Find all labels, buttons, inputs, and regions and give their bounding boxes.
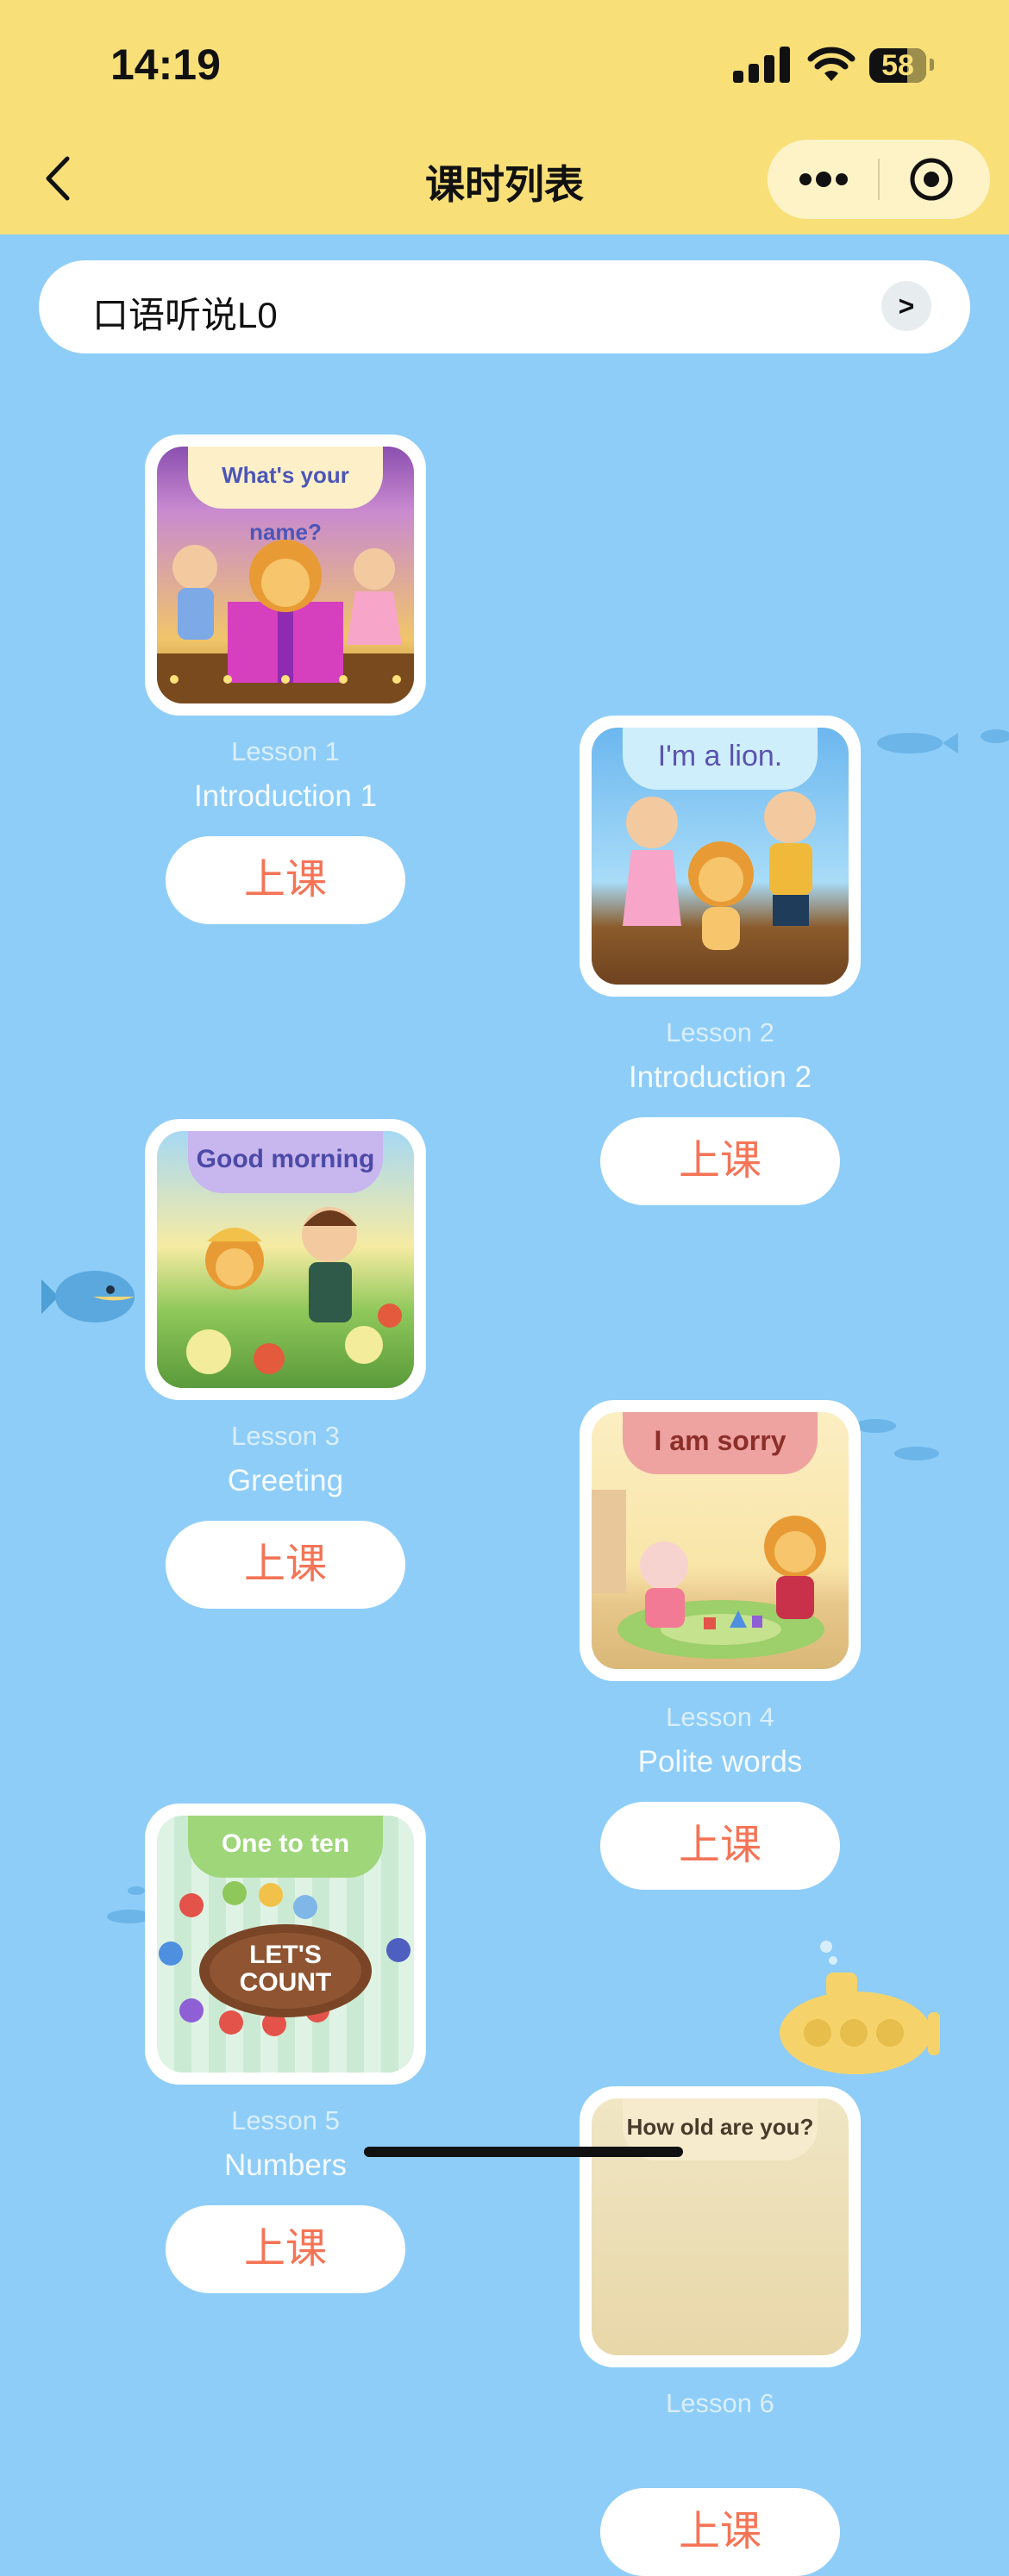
battery-level: 58 <box>881 49 914 82</box>
close-target-icon[interactable] <box>909 157 954 202</box>
course-selector[interactable]: 口语听说L0 > <box>39 260 970 353</box>
lesson-title: Polite words <box>637 1745 803 1779</box>
start-class-button[interactable]: 上课 <box>600 1802 840 1890</box>
start-class-button[interactable]: 上课 <box>166 2205 405 2293</box>
mini-program-capsule <box>768 140 990 219</box>
lesson-thumbnail[interactable]: I am sorry <box>580 1400 861 1681</box>
start-class-button[interactable]: 上课 <box>166 1521 405 1609</box>
lesson-title: Introduction 2 <box>628 1060 812 1094</box>
start-class-button[interactable]: 上课 <box>166 836 405 924</box>
lesson-number: Lesson 3 <box>231 1421 340 1451</box>
lesson-number: Lesson 2 <box>666 1017 774 1047</box>
lesson-thumbnail[interactable]: How old are you? <box>580 2086 861 2367</box>
status-time: 14:19 <box>110 41 221 89</box>
lets-count-text: LET'S COUNT <box>239 1941 332 1997</box>
lion-gift-illustration <box>157 540 414 703</box>
fish-decoration-icon <box>877 729 1009 753</box>
lesson-number: Lesson 4 <box>666 1702 774 1732</box>
blue-fish-icon <box>41 1271 135 1322</box>
lesson-title: Greeting <box>227 1464 344 1497</box>
lesson-number: Lesson 6 <box>666 2388 774 2418</box>
lesson-number: Lesson 5 <box>231 2105 340 2135</box>
kids-lion-illustration <box>623 791 816 950</box>
greeting-illustration <box>186 1207 402 1374</box>
signal-icon <box>733 45 793 83</box>
battery-icon: 58 <box>869 48 926 83</box>
playroom-illustration <box>592 1490 826 1659</box>
fish-decoration-icon <box>855 1419 939 1460</box>
lesson-thumbnail[interactable]: Good morning <box>145 1119 426 1400</box>
lesson-title: Introduction 1 <box>193 779 378 813</box>
top-bar: 14:19 58 课时列表 <box>0 0 1009 234</box>
lesson-number: Lesson 1 <box>231 736 340 766</box>
course-arrow-button[interactable]: > <box>881 281 931 331</box>
start-class-button[interactable]: 上课 <box>600 2488 840 2576</box>
course-name: 口语听说L0 <box>92 295 278 335</box>
more-icon[interactable] <box>793 160 854 198</box>
lesson-thumbnail[interactable]: What's your name? <box>145 435 426 716</box>
home-indicator <box>364 2147 683 2157</box>
lesson-thumbnail[interactable]: One to ten LET'S COUNT <box>145 1804 426 2085</box>
lesson-thumbnail[interactable]: I'm a lion. <box>580 716 861 997</box>
start-class-button[interactable]: 上课 <box>600 1117 840 1205</box>
submarine-icon <box>780 1941 940 2074</box>
wifi-icon <box>807 47 855 81</box>
status-icons: 58 <box>733 45 940 88</box>
